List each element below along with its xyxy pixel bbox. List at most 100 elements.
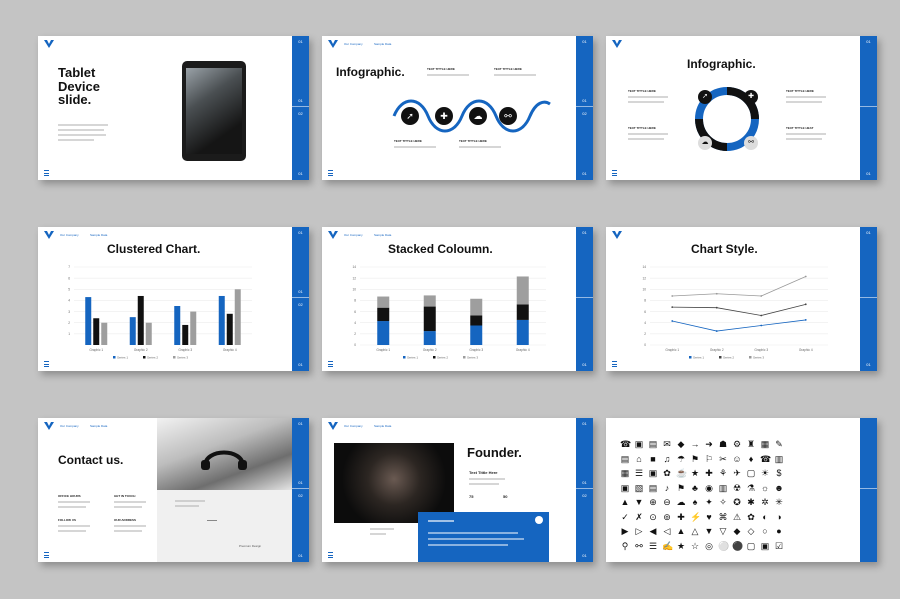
- data-point: [671, 306, 674, 309]
- glyph-icon: ⚲: [621, 540, 629, 551]
- rocket-icon: ➚: [698, 90, 712, 104]
- y-tick-label: 4: [68, 299, 70, 303]
- glyph-icon: ⚠: [732, 511, 742, 522]
- slide-contact[interactable]: Our Company Sample Data Contact us. OFFI…: [38, 418, 309, 562]
- placeholder-text: [786, 138, 822, 140]
- menu-icon[interactable]: [44, 552, 49, 558]
- x-tick-label: Graphic 3: [178, 348, 192, 352]
- slide-founder[interactable]: Our Company Sample Data Founder. Text Ti…: [322, 418, 593, 562]
- brand-logo-icon: [328, 422, 338, 430]
- nav-link[interactable]: Our Company: [344, 42, 363, 46]
- sidebar-number: 02: [582, 493, 587, 498]
- glyph-icon: ☺: [732, 453, 742, 464]
- glyph-icon: ☕: [676, 468, 688, 478]
- placeholder-text: [175, 500, 205, 502]
- nav-link[interactable]: Sample Data: [90, 424, 107, 428]
- bar-segment: [516, 304, 529, 320]
- nav-link[interactable]: Our Company: [60, 233, 79, 237]
- icon-row: ▲ ▼ ⊕ ⊖ ☁ ♠ ✦ ✧ ✪ ✱ ✲ ✳: [620, 492, 844, 507]
- glyph-icon: ▣: [648, 468, 658, 478]
- slide-chart-style[interactable]: Chart Style. 0 2 4 6 8 10 12 14 Graphic 1 Graphic…: [606, 227, 877, 371]
- glyph-icon: ☑: [774, 540, 784, 551]
- slide-infographic-wave[interactable]: Our Company Sample Data Infographic. TEX…: [322, 36, 593, 180]
- data-point: [804, 319, 807, 321]
- glyph-icon: ▣: [620, 482, 630, 493]
- placeholder-text: [786, 101, 822, 103]
- sidebar-number: 01: [582, 230, 587, 235]
- glyph-icon: ✦: [705, 497, 713, 507]
- nav-link[interactable]: Our Company: [344, 424, 363, 428]
- series-line: [672, 303, 806, 316]
- glyph-icon: ✿: [747, 511, 755, 522]
- glyph-icon: ▢: [746, 540, 756, 551]
- glyph-icon: ⚑: [690, 453, 700, 464]
- nav-link[interactable]: Our Company: [344, 233, 363, 237]
- cloud-icon: ☁: [469, 107, 487, 125]
- slide-clustered-chart[interactable]: Our Company Sample Data Clustered Chart.…: [38, 227, 309, 371]
- glyph-icon: ⚪: [718, 540, 730, 551]
- glyph-icon: ◁: [663, 526, 671, 536]
- menu-icon[interactable]: [612, 361, 617, 367]
- nav-link[interactable]: Sample Data: [374, 42, 391, 46]
- text-title-label: TEXT TITTLE HERE: [394, 139, 422, 143]
- right-sidebar: 01 01 02 01: [292, 418, 309, 562]
- slide-icon-set[interactable]: ☎ ▣ ▤ ✉ ◆ → ➜ ☗ ⚙ ♜ ▦ ✎ ▤ ⌂ ■ ♫ ☂ ⚑ ⚐ ✂ ☺ ♦ ☎ ▥ ▦ ☰ ▣ ✿ ☕ ★ ✚ ⚘ ✈ ▢ ☀ $ ▣ ▧ ▤ ♪…: [606, 418, 877, 562]
- nav-link[interactable]: Sample Data: [90, 233, 107, 237]
- placeholder-text: [628, 138, 664, 140]
- nav-link[interactable]: Our Company: [60, 424, 79, 428]
- data-point: [715, 292, 718, 295]
- y-tick-label: 6: [354, 310, 356, 314]
- glyph-icon: ◇: [747, 526, 755, 536]
- glyph-icon: ✱: [747, 497, 755, 507]
- brand-logo-icon: [612, 40, 622, 48]
- text-title-label: TEXT TITTLE HERE: [459, 139, 487, 143]
- title-line: slide.: [58, 92, 92, 108]
- slide-infographic-ring[interactable]: Infographic. TEXT TITTLE HERE TEXT TITTL…: [606, 36, 877, 180]
- glyph-icon: △: [691, 526, 699, 536]
- glyph-icon: ⚯: [635, 540, 643, 551]
- sidebar-number: 01: [582, 553, 587, 558]
- x-tick-label: Graphic 1: [89, 348, 103, 352]
- placeholder-text: [58, 129, 104, 131]
- placeholder-text: [494, 74, 536, 76]
- contact-gray-panel: Premium Design: [157, 490, 292, 562]
- glyph-icon: ♜: [746, 439, 756, 449]
- bar: [182, 324, 189, 345]
- nav-link[interactable]: Sample Data: [374, 424, 391, 428]
- glyph-icon: ✿: [663, 468, 671, 478]
- nav-link[interactable]: Sample Data: [374, 233, 391, 237]
- menu-icon[interactable]: [44, 170, 49, 176]
- slide-tablet[interactable]: Tablet Device slide. 01 01 02 01: [38, 36, 309, 180]
- tablet-device-mockup: [182, 61, 246, 161]
- sidebar-number: 02: [298, 493, 303, 498]
- headphones-icon: [201, 450, 247, 470]
- placeholder-text: [114, 530, 142, 532]
- glyph-icon: →: [690, 439, 700, 449]
- subtitle: Text Tittle Here: [469, 470, 498, 475]
- placeholder-text: [428, 538, 524, 540]
- menu-icon[interactable]: [44, 361, 49, 367]
- glyph-icon: ▷: [635, 526, 643, 536]
- menu-icon[interactable]: [612, 170, 617, 176]
- sidebar-number: 01: [866, 230, 871, 235]
- menu-icon[interactable]: [328, 552, 333, 558]
- slide-stacked-column[interactable]: Our Company Sample Data Stacked Coloumn.…: [322, 227, 593, 371]
- bar: [101, 322, 108, 345]
- bar-segment: [423, 306, 436, 332]
- menu-icon[interactable]: [328, 361, 333, 367]
- icon-row: ▤ ⌂ ■ ♫ ☂ ⚑ ⚐ ✂ ☺ ♦ ☎ ▥: [620, 449, 844, 464]
- glyph-icon: ▥: [718, 482, 728, 493]
- data-point: [715, 306, 718, 309]
- glyph-icon: ⊙: [649, 511, 657, 522]
- y-tick-label: 2: [68, 321, 70, 325]
- placeholder-text: [58, 139, 94, 141]
- legend-swatch: [463, 356, 466, 359]
- clustered-bar-chart: 1 2 3 4 5 6 7 Graphic 1 Graphic 2 Graphic 3 Graphi…: [60, 265, 256, 361]
- glyph-icon: ▲: [676, 526, 686, 536]
- legend-label: Series 3: [467, 355, 478, 359]
- icon-row: ▦ ☰ ▣ ✿ ☕ ★ ✚ ⚘ ✈ ▢ ☀ $: [620, 463, 844, 478]
- placeholder-text: [786, 96, 826, 98]
- y-tick-label: 4: [644, 321, 646, 325]
- menu-icon[interactable]: [328, 170, 333, 176]
- bar-segment: [470, 325, 483, 345]
